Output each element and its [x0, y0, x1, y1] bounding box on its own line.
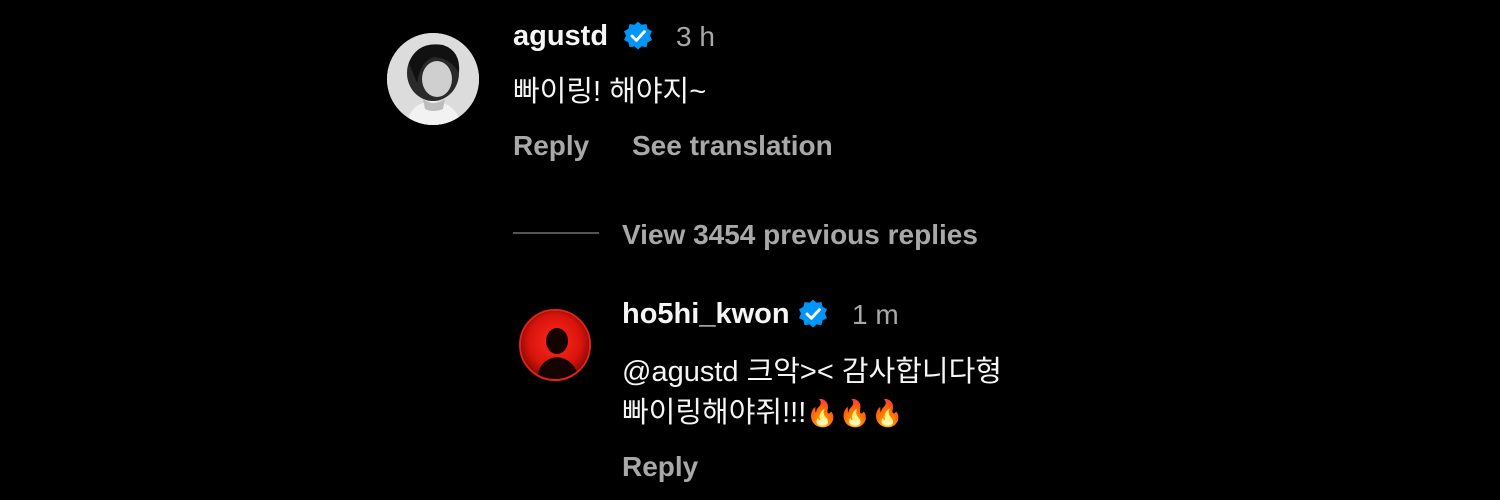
avatar-portrait-image: [387, 33, 479, 125]
reply-button[interactable]: Reply: [513, 130, 589, 162]
avatar-agustd[interactable]: [387, 33, 479, 125]
comment-timestamp: 3 h: [676, 21, 715, 52]
avatar-ho5hi-kwon[interactable]: [519, 309, 591, 381]
reply-button[interactable]: Reply: [622, 451, 698, 483]
comment-text: 빠이링! 해야지~: [513, 76, 707, 108]
comment-username[interactable]: agustd: [513, 20, 608, 53]
reply-timestamp: 1 m: [852, 299, 899, 330]
avatar-silhouette-image: [521, 311, 589, 379]
see-translation-button[interactable]: See translation: [632, 130, 833, 162]
verified-badge-icon: [624, 21, 652, 50]
view-previous-replies-button[interactable]: View 3454 previous replies: [622, 219, 978, 251]
verified-badge-icon: [799, 299, 827, 328]
reply-text-line-2: 빠이링해야쥐!!!🔥🔥🔥: [622, 394, 903, 433]
fire-emoji-icon: 🔥🔥🔥: [806, 399, 904, 429]
reply-text-line-1: @agustd 크악>< 감사합니다형: [622, 356, 1002, 388]
reply-text-line-2-content: 빠이링해야쥐!!!: [622, 397, 807, 429]
reply-username[interactable]: ho5hi_kwon: [622, 298, 790, 331]
view-previous-replies-divider: [513, 232, 599, 234]
